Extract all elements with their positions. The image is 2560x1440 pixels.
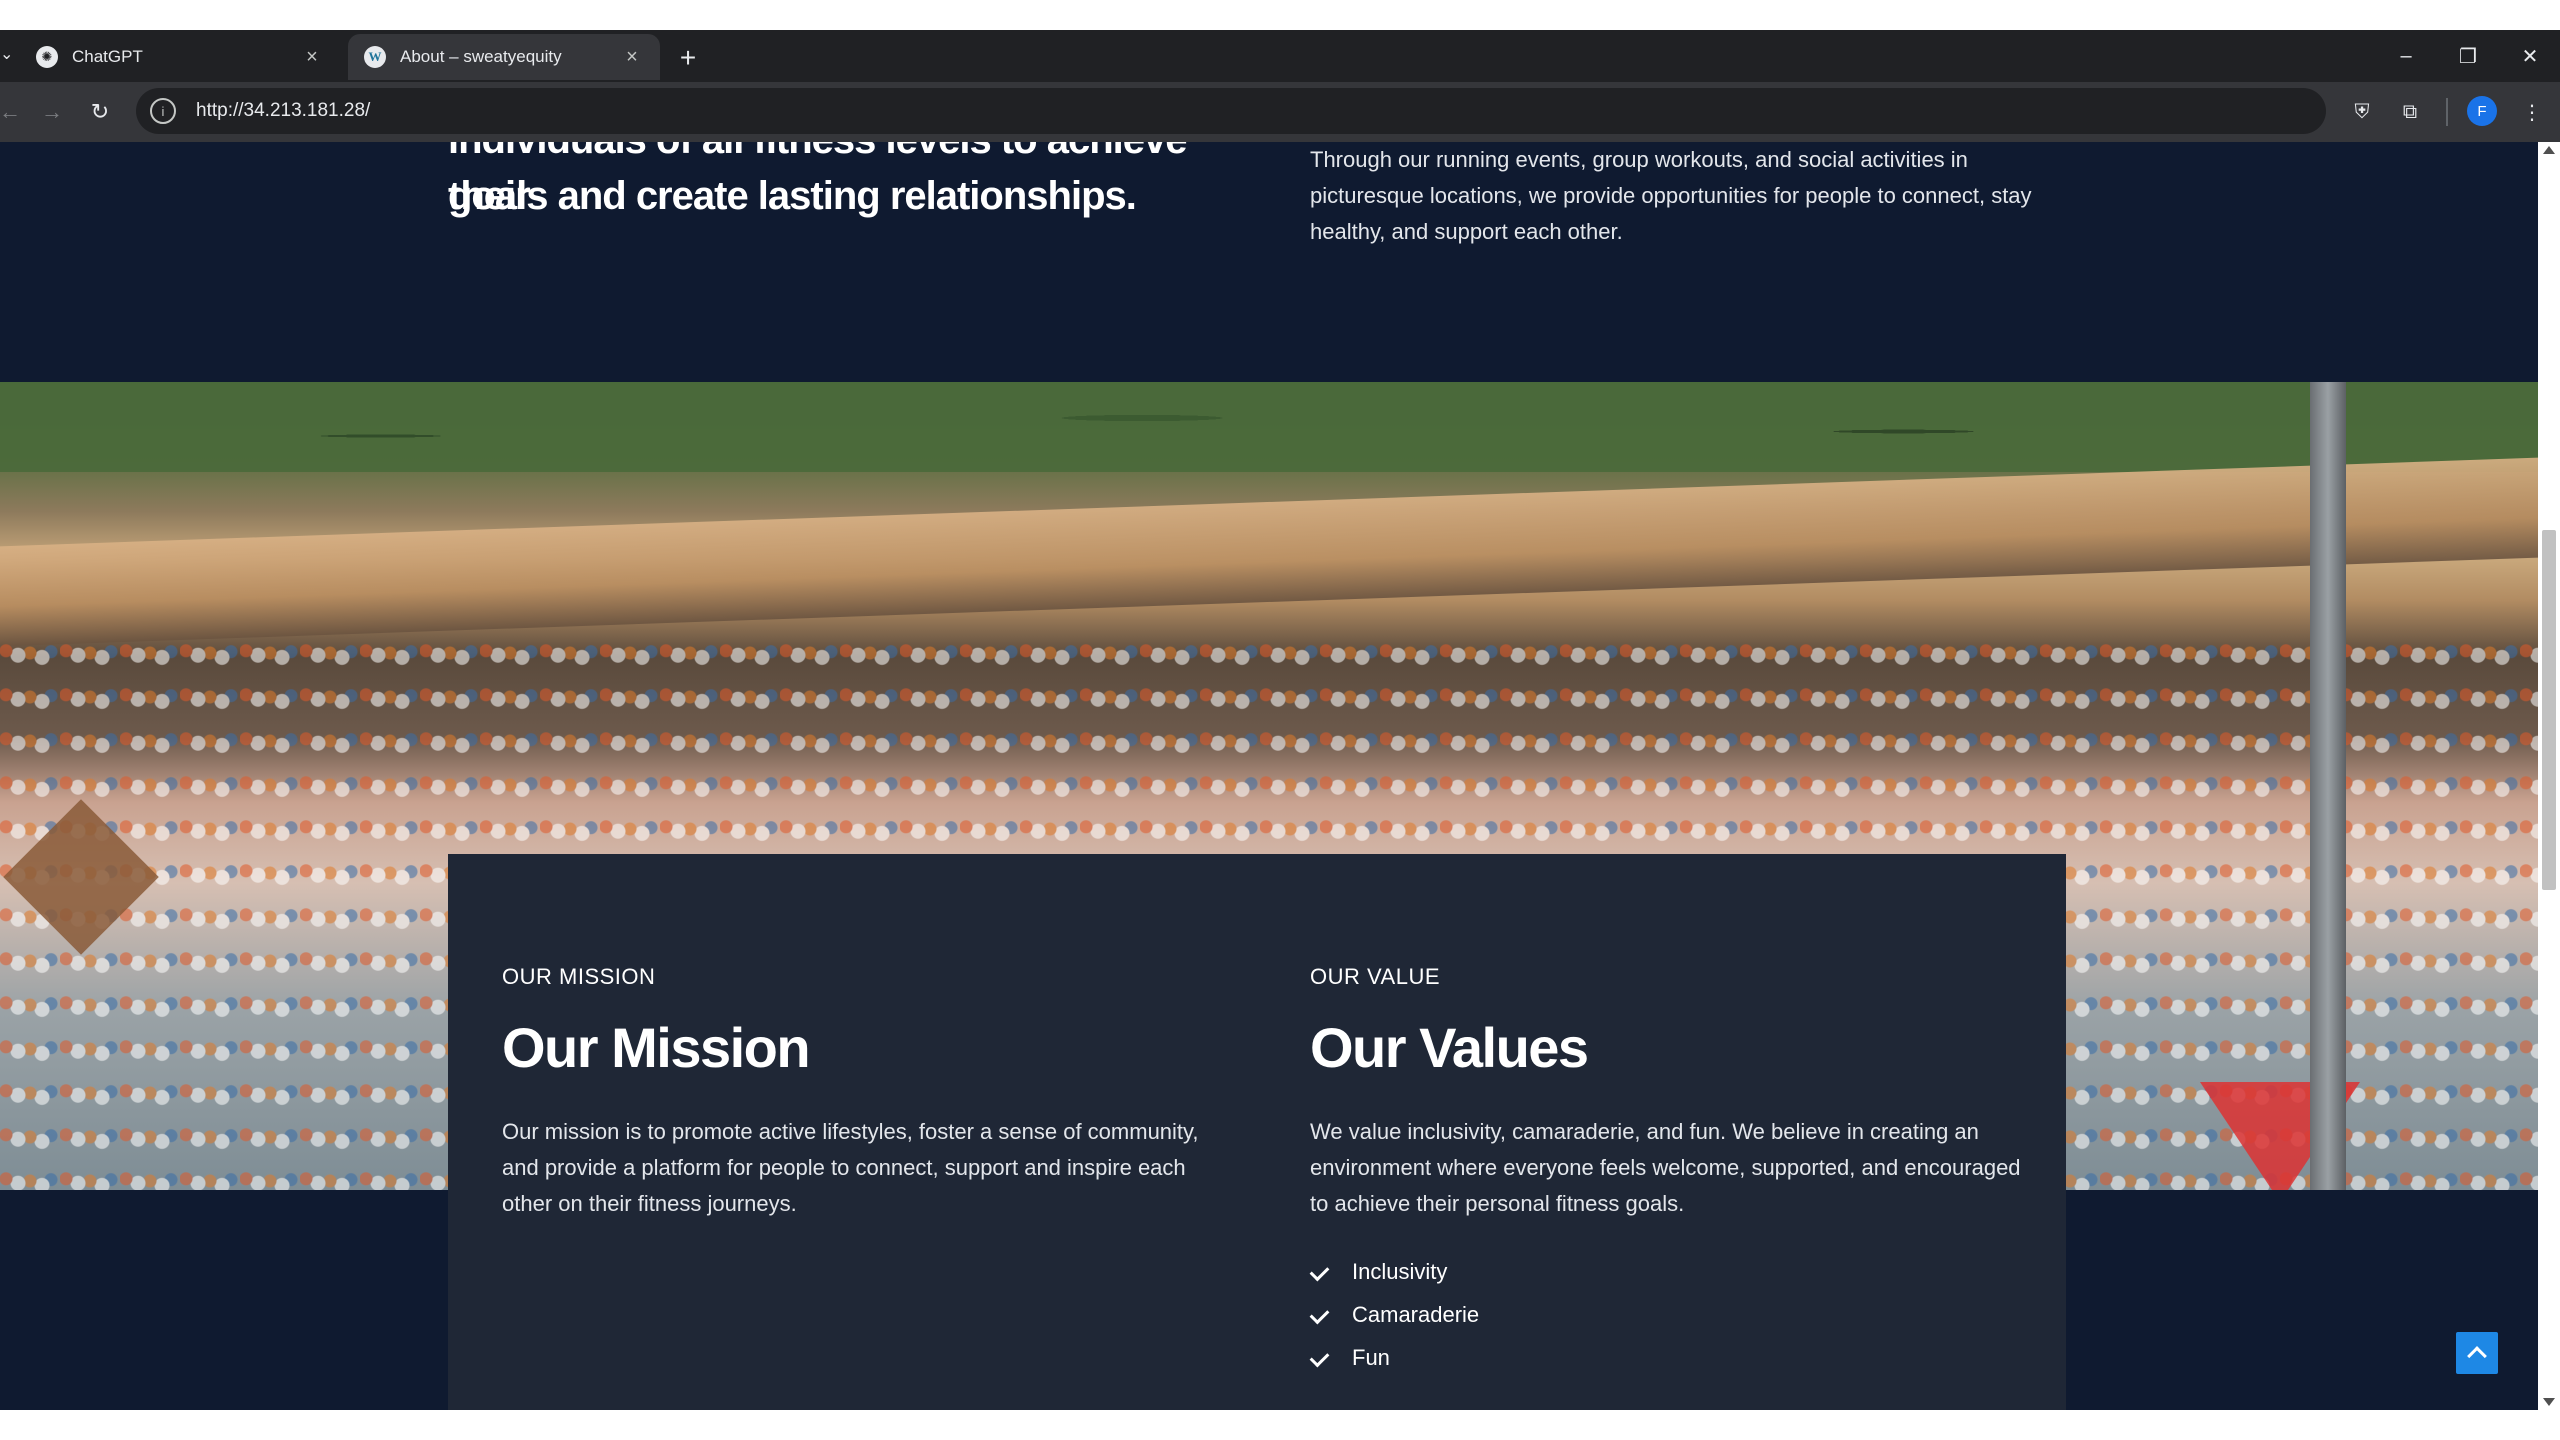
tab-title: ChatGPT [72,47,143,66]
close-icon[interactable]: × [300,45,324,69]
intro-heading: individuals of all fitness levels to ach… [448,142,1228,224]
value-label: Fun [1352,1344,1390,1370]
browser-toolbar: ← → ↻ i http://34.213.181.28/ ⛨ ⧉ F ⋮ [0,82,2560,142]
mission-heading: Our Mission [502,1016,811,1079]
address-bar[interactable]: i http://34.213.181.28/ [136,88,2326,134]
close-icon[interactable]: × [620,45,644,69]
tab-strip: ⌄ ✺ ChatGPT × W About – sweatyequity × +… [0,30,2560,82]
values-eyebrow: OUR VALUE [1310,964,1441,989]
values-text: We value inclusivity, camaraderie, and f… [1310,1119,2021,1216]
extension-puzzle-shield-icon[interactable]: ⛨ [2344,94,2380,130]
value-label: Camaraderie [1352,1301,1480,1327]
chatgpt-icon: ✺ [36,46,58,68]
minimize-icon[interactable]: – [2378,38,2434,74]
tab-title: About – sweatyequity [400,47,562,66]
scroll-up-arrow-icon[interactable] [2543,146,2555,154]
scroll-down-arrow-icon[interactable] [2543,1398,2555,1406]
new-tab-button[interactable]: + [672,42,704,74]
back-icon[interactable]: ← [0,94,28,130]
scrollbar-thumb[interactable] [2542,530,2556,890]
values-list: Inclusivity Camaraderie Fun [1310,1250,1479,1379]
browser-chrome: ⌄ ✺ ChatGPT × W About – sweatyequity × +… [0,30,2560,142]
extensions-icon[interactable]: ⧉ [2392,94,2428,130]
check-icon [1310,1347,1332,1369]
intro-heading-line: goals and create lasting relationships. [448,174,1137,218]
page-scrollbar[interactable] [2538,142,2560,1410]
chevron-up-icon [2467,1346,2487,1366]
values-heading: Our Values [1310,1016,1589,1079]
site-info-icon[interactable]: i [150,98,176,124]
mission-values-card: OUR MISSION Our Mission Our mission is t… [448,854,2066,1410]
toolbar-divider [2446,98,2448,126]
mission-text: Our mission is to promote active lifesty… [502,1119,1199,1216]
page-viewport: individuals of all fitness levels to ach… [0,142,2538,1410]
list-item: Fun [1310,1336,1479,1379]
hero-trees [0,382,2538,472]
window-close-icon[interactable]: ✕ [2502,38,2558,74]
tab-chatgpt[interactable]: ✺ ChatGPT × [20,34,340,80]
hero-bridge [0,457,2538,647]
tab-search-icon[interactable]: ⌄ [0,44,14,68]
scroll-to-top-button[interactable] [2456,1332,2498,1374]
hero-pole [2310,382,2346,1190]
check-icon [1310,1304,1332,1326]
check-icon [1310,1261,1332,1283]
list-item: Camaraderie [1310,1293,1479,1336]
wordpress-icon: W [364,46,386,68]
value-label: Inclusivity [1352,1258,1448,1284]
reload-icon[interactable]: ↻ [82,94,118,130]
list-item: Inclusivity [1310,1250,1479,1293]
menu-kebab-icon[interactable]: ⋮ [2514,94,2550,130]
forward-icon[interactable]: → [34,94,70,130]
intro-text: Through our running events, group workou… [1310,147,2032,244]
restore-icon[interactable]: ❐ [2440,38,2496,74]
mission-eyebrow: OUR MISSION [502,964,656,989]
url-text: http://34.213.181.28/ [196,100,371,121]
profile-avatar[interactable]: F [2467,96,2497,126]
tab-about-sweatyequity[interactable]: W About – sweatyequity × [348,34,660,80]
intro-heading-line: individuals of all fitness levels to ach… [448,142,1188,218]
